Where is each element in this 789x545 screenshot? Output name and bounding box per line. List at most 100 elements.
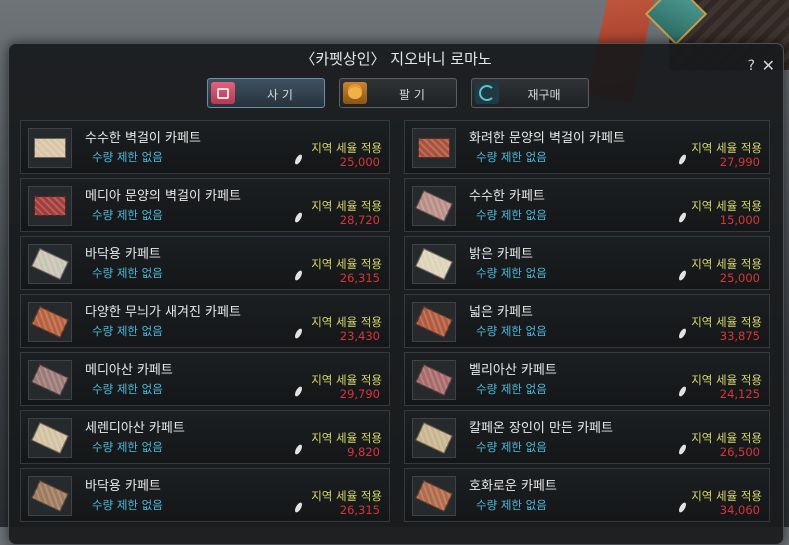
item-slot[interactable]: 세렌디아산 카페트 수량 제한 없음 지역 세율 적용 9,820 <box>20 410 390 464</box>
item-name: 벨리아산 카페트 <box>469 363 557 378</box>
item-limit: 수량 제한 없음 <box>92 440 163 454</box>
silver-coin-icon <box>677 153 688 166</box>
item-slot[interactable]: 메디아 문양의 벽걸이 카페트 수량 제한 없음 지역 세율 적용 28,720 <box>20 178 390 232</box>
carpet-thumbnail-icon <box>412 186 456 226</box>
silver-coin-icon <box>293 385 304 398</box>
shop-tabs: 사 기 팔 기 재구매 <box>207 78 589 108</box>
carpet-image <box>415 248 453 280</box>
silver-coin-icon <box>293 269 304 282</box>
silver-coin-icon <box>677 501 688 514</box>
item-slot[interactable]: 밝은 카페트수량 제한 없음 지역 세율 적용 25,000 <box>404 236 770 290</box>
item-price: 25,000 <box>339 155 380 169</box>
item-tax: 지역 세율 적용 <box>311 431 382 445</box>
item-slot[interactable]: 넓은 카페트 수량 제한 없음 지역 세율 적용 33,875 <box>404 294 770 348</box>
carpet-thumbnail-icon <box>412 244 456 284</box>
window-title: 〈카펫상인〉 지오바니 로마노 <box>300 50 492 68</box>
item-slot[interactable]: 다양한 무늬가 새겨진 카페트 수량 제한 없음 지역 세율 적용 23,430 <box>20 294 390 348</box>
item-slot[interactable]: 벨리아산 카페트수량 제한 없음 지역 세율 적용 24,125 <box>404 352 770 406</box>
item-name: 칼페온 장인이 만든 카페트 <box>469 421 613 436</box>
carpet-image <box>31 480 69 512</box>
carpet-thumbnail-icon <box>28 418 72 458</box>
item-list: 수수한 벽걸이 카페트 수량 제한 없음 지역 세율 적용 25,000 화려한 문양… <box>20 120 772 522</box>
item-price: 25,000 <box>719 271 760 285</box>
item-name: 화려한 문양의 벽걸이 카페트 <box>469 131 625 146</box>
silver-coin-icon <box>677 269 688 282</box>
item-slot[interactable]: 바닥용 카페트 수량 제한 없음 지역 세율 적용 26,315 <box>20 468 390 522</box>
carpet-image <box>415 306 453 338</box>
item-tax: 지역 세율 적용 <box>691 141 762 155</box>
carpet-thumbnail-icon <box>28 128 72 168</box>
item-tax: 지역 세율 적용 <box>691 431 762 445</box>
item-tax: 지역 세율 적용 <box>311 141 382 155</box>
silver-coin-icon <box>677 211 688 224</box>
item-price: 23,430 <box>339 329 380 343</box>
item-price: 15,000 <box>719 213 760 227</box>
carpet-image <box>31 422 69 454</box>
item-tax: 지역 세율 적용 <box>691 373 762 387</box>
item-tax: 지역 세율 적용 <box>311 373 382 387</box>
carpet-image <box>418 138 450 158</box>
carpet-merchant-window: 〈카펫상인〉 지오바니 로마노 ? ✕ 사 기 팔 기 재구매 수수한 벽걸이 … <box>8 43 784 545</box>
item-tax: 지역 세율 적용 <box>691 199 762 213</box>
item-name: 바닥용 카페트 <box>85 247 161 262</box>
carpet-thumbnail-icon <box>28 244 72 284</box>
item-slot[interactable]: 수수한 카페트수량 제한 없음 지역 세율 적용 15,000 <box>404 178 770 232</box>
carpet-image <box>31 248 69 280</box>
item-tax: 지역 세율 적용 <box>691 489 762 503</box>
carpet-image <box>415 480 453 512</box>
carpet-image <box>34 196 66 216</box>
item-name: 메디아 문양의 벽걸이 카페트 <box>85 189 241 204</box>
item-limit: 수량 제한 없음 <box>476 208 547 222</box>
item-limit: 수량 제한 없음 <box>92 498 163 512</box>
item-limit: 수량 제한 없음 <box>92 266 163 280</box>
item-limit: 수량 제한 없음 <box>476 150 547 164</box>
item-slot[interactable]: 바닥용 카페트 수량 제한 없음 지역 세율 적용 26,315 <box>20 236 390 290</box>
carpet-thumbnail-icon <box>28 476 72 516</box>
silver-coin-icon <box>293 327 304 340</box>
item-tax: 지역 세율 적용 <box>691 257 762 271</box>
silver-coin-icon <box>677 327 688 340</box>
carpet-image <box>31 364 69 396</box>
close-icon[interactable]: ✕ <box>762 56 775 75</box>
tab-repurchase-label: 재구매 <box>527 88 561 102</box>
item-price: 33,875 <box>719 329 760 343</box>
item-price: 27,990 <box>719 155 760 169</box>
tab-repurchase[interactable]: 재구매 <box>471 78 589 108</box>
item-limit: 수량 제한 없음 <box>476 498 547 512</box>
item-limit: 수량 제한 없음 <box>476 324 547 338</box>
item-price: 9,820 <box>347 445 380 459</box>
carpet-thumbnail-icon <box>412 418 456 458</box>
silver-coin-icon <box>293 153 304 166</box>
item-limit: 수량 제한 없음 <box>476 382 547 396</box>
item-limit: 수량 제한 없음 <box>92 150 163 164</box>
item-slot[interactable]: 호화로운 카페트 수량 제한 없음 지역 세율 적용 34,060 <box>404 468 770 522</box>
item-slot[interactable]: 메디아산 카페트 수량 제한 없음 지역 세율 적용 29,790 <box>20 352 390 406</box>
item-price: 26,500 <box>719 445 760 459</box>
item-price: 24,125 <box>719 387 760 401</box>
help-icon[interactable]: ? <box>748 58 755 74</box>
item-name: 수수한 벽걸이 카페트 <box>85 131 201 146</box>
item-price: 26,315 <box>339 503 380 517</box>
item-limit: 수량 제한 없음 <box>476 266 547 280</box>
carpet-image <box>415 422 453 454</box>
tab-buy-label: 사 기 <box>267 88 293 102</box>
item-slot[interactable]: 수수한 벽걸이 카페트수량 제한 없음 지역 세율 적용 25,000 <box>20 120 390 174</box>
shopping-bag-icon <box>211 82 235 104</box>
carpet-thumbnail-icon <box>412 476 456 516</box>
item-name: 밝은 카페트 <box>469 247 533 262</box>
item-limit: 수량 제한 없음 <box>476 440 547 454</box>
item-name: 바닥용 카페트 <box>85 479 161 494</box>
carpet-thumbnail-icon <box>28 360 72 400</box>
item-name: 수수한 카페트 <box>469 189 545 204</box>
tab-sell[interactable]: 팔 기 <box>339 78 457 108</box>
tab-buy[interactable]: 사 기 <box>207 78 325 108</box>
repurchase-icon <box>475 82 499 104</box>
item-slot[interactable]: 칼페온 장인이 만든 카페트수량 제한 없음 지역 세율 적용 26,500 <box>404 410 770 464</box>
item-price: 26,315 <box>339 271 380 285</box>
item-price: 28,720 <box>339 213 380 227</box>
carpet-image <box>415 364 453 396</box>
item-name: 메디아산 카페트 <box>85 363 173 378</box>
item-slot[interactable]: 화려한 문양의 벽걸이 카페트수량 제한 없음 지역 세율 적용 27,990 <box>404 120 770 174</box>
item-limit: 수량 제한 없음 <box>92 324 163 338</box>
carpet-image <box>34 138 66 158</box>
